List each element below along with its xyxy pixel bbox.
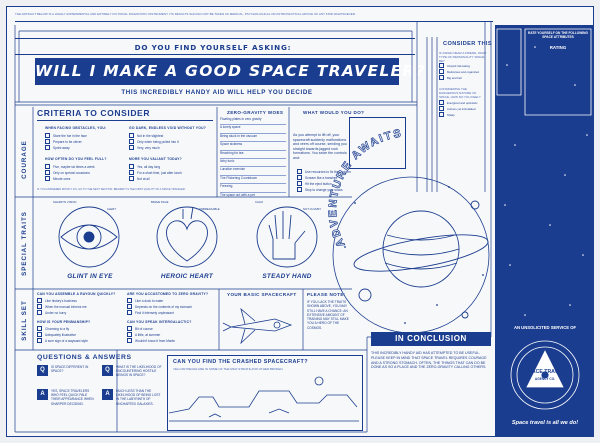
skill-q3-opt3[interactable]: A sure sign of a wayward style: [37, 338, 88, 343]
skill-q4: CAN YOU SPEAK INTERGALACTIC?: [127, 320, 192, 324]
poster: THE ARTIFACT BELOW IS A HIGHLY EXPERIMEN…: [6, 6, 594, 437]
adventure-arc-text: ADVENTURE AWAITS: [327, 127, 404, 248]
courage-q3-opt2[interactable]: Only on special occasions: [45, 170, 90, 175]
blue-side-panel: RATE YOURSELF ON THE FOLLOWING SPACE ATT…: [495, 25, 593, 436]
starfield: [496, 28, 592, 410]
rating-label: RATING: [549, 45, 567, 50]
skill-q1-opt1[interactable]: Like history's business: [37, 298, 77, 303]
courage-label: COURAGE: [20, 139, 28, 179]
qa-letter-a2: A: [102, 389, 113, 400]
service-label: AN UNSOLICITED SERVICE OF: [513, 325, 577, 330]
courage-q2-opt1[interactable]: Not in the slightest: [129, 133, 163, 138]
consider-second-item-1[interactable]: Energized and optimistic: [439, 100, 477, 105]
zero-gravity-item: A lonely space: [220, 125, 286, 134]
zero-gravity-item: Space sickness: [220, 142, 286, 151]
skill-q4-opt1[interactable]: Bit of course: [127, 326, 153, 331]
zero-gravity-title: ZERO-GRAVITY WOES: [227, 110, 284, 115]
zero-gravity-item: Itchy tunic: [220, 159, 286, 168]
courage-q3: HOW OFTEN DO YOU FEEL FULL?: [45, 157, 107, 161]
skill-q4-opt2[interactable]: A little, at summer: [127, 332, 160, 337]
courage-q3-opt1[interactable]: Five, maybe six times a week: [45, 164, 95, 169]
hand-caption: STEADY HAND: [262, 273, 312, 280]
qa-text-a1: YES, SPACE TRAVELERS WHO FEEL QUICK PALE…: [51, 389, 94, 406]
zero-gravity-item: Floating plates in zero gravity: [220, 117, 286, 126]
courage-q4-opt3[interactable]: Not at all: [129, 176, 150, 181]
courage-q2-opt2[interactable]: Only when being pulled into it: [129, 139, 179, 144]
courage-q2-opt3[interactable]: Very, very much: [129, 145, 160, 150]
consider-intro: IF ASKED NEAR A FRIEND, WHAT TYPE OF PER…: [439, 51, 487, 63]
eye-label-2: ALERT: [107, 207, 116, 211]
courage-footer: IF YOU ANSWERED MOSTLY A'S, GO TO THE NE…: [37, 188, 186, 191]
planet: [382, 210, 460, 288]
consider-second-intro: CONSIDERING THE DANGEROUS NATURE OF SPAC…: [439, 87, 481, 99]
heart-label-2: UNBREAKABLE: [199, 207, 220, 211]
skill-q3-opt1[interactable]: Charming to a fly: [37, 326, 69, 331]
qa-letter-a1: A: [37, 389, 48, 400]
consider-item-1[interactable]: Intrepid risk-taking: [439, 63, 470, 68]
badge-sub: AGENCY CO.: [534, 377, 556, 381]
courage-q4: MORE YOU VALIANT TODAY?: [129, 157, 182, 161]
heart-caption: HEROIC HEART: [160, 273, 214, 280]
consider-second-item-2[interactable]: Curious yet intimidated: [439, 106, 475, 111]
skill-q2-opt2[interactable]: Depends on the contents of my stomach: [127, 304, 192, 309]
qa-letter-q1: Q: [37, 365, 48, 376]
consider-title: CONSIDER THIS: [443, 41, 493, 47]
criteria-heading: CRITERIA TO CONSIDER: [37, 108, 151, 118]
qa-text-q2: WHAT IS THE LIKELIHOOD OF ENCOUNTERING H…: [116, 365, 162, 378]
skill-q4-opt3[interactable]: Wouldn't know it from Martin: [127, 338, 175, 343]
planet-illustration: ADVENTURE AWAITS: [327, 127, 490, 334]
skill-q1-opt3[interactable]: Under no hurry: [37, 310, 66, 315]
skill-q2: ARE YOU ACCUSTOMED TO ZERO GRAVITY?: [127, 292, 209, 296]
skill-set-label: SKILL SET: [20, 299, 28, 341]
consider-second-item-3[interactable]: Shaky: [439, 112, 455, 117]
planet-ring: [353, 234, 489, 272]
spacecraft-title: YOUR BASIC SPACECRAFT: [227, 292, 297, 297]
hand-label-1: CALM: [255, 200, 263, 204]
zero-gravity-item: Reaching for tea: [220, 151, 286, 159]
skill-q1-opt2[interactable]: When the manual informs me: [37, 304, 87, 309]
eye-caption: GLINT IN EYE: [67, 273, 113, 280]
courage-q1: WHEN FACING OBSTACLES, YOU:: [45, 126, 107, 130]
qa-text-q1: IS SPACE DIFFERENT IN SPACE?: [51, 365, 89, 374]
courage-q1-opt1[interactable]: Stare the foe in the face: [45, 133, 87, 138]
courage-q1-opt3[interactable]: Sprint away: [45, 145, 70, 150]
badge-name: SPACE TRAVEL: [525, 369, 565, 375]
zero-gravity-list: Floating plates in zero gravity A lonely…: [220, 117, 286, 200]
qa-letter-q2: Q: [102, 365, 113, 376]
qa-text-a2: MUCH LESS THAN THE LIKELIHOOD OF BEING L…: [116, 389, 161, 406]
courage-q4-opt2[interactable]: For a short time, just after lunch: [129, 170, 182, 175]
eye-label-1: SHARP IN VISION: [53, 200, 77, 204]
courage-q4-opt1[interactable]: Yes, all day long: [129, 164, 160, 169]
conclusion-title: IN CONCLUSION: [371, 332, 491, 346]
zero-gravity-item: Freezing: [220, 184, 286, 193]
badge-tagline: Space travel is all we do!: [511, 420, 579, 426]
crashed-subtitle: YELLOW PIECES ARE IN SOME OF THE MILD ST…: [173, 367, 284, 371]
hand-label-2: NOT CLUMSY: [303, 207, 322, 211]
consider-item-3[interactable]: Big and bell: [439, 75, 462, 80]
zero-gravity-item: The Flickering Countdown: [220, 176, 286, 185]
qa-title: QUESTIONS & ANSWERS: [37, 354, 132, 361]
skill-q2-opt1[interactable]: Like a duck to water: [127, 298, 163, 303]
skill-q3-opt2[interactable]: Adequately illustrative: [37, 332, 76, 337]
skill-q3: HOW IS YOUR PENMANSHIP?: [37, 320, 91, 324]
special-traits-label: SPECIAL TRAITS: [20, 210, 28, 276]
courage-q1-opt2[interactable]: Prepare to be clever: [45, 139, 82, 144]
heart-label-1: BRAVE PACE: [151, 200, 169, 204]
crashed-landscape[interactable]: [169, 373, 359, 427]
skill-q1: CAN YOU ASSEMBLE A RAYGUN QUICKLY?: [37, 292, 116, 296]
rating-title: RATE YOURSELF ON THE FOLLOWING SPACE ATT…: [528, 31, 588, 39]
conclusion-text: THIS INCREDIBLY HANDY AID HAS ATTEMPTED …: [371, 351, 487, 370]
crashed-title: CAN YOU FIND THE CRASHED SPACECRAFT?: [173, 359, 308, 365]
courage-q2: GO DARK, ENDLESS VOID WITHOUT YOU?: [129, 126, 207, 130]
courage-q3-opt3[interactable]: Minute ones: [45, 176, 70, 181]
spacecraft-diagram: [222, 307, 293, 345]
skill-q2-opt3[interactable]: Find it intensely unpleasant: [127, 310, 174, 315]
zero-gravity-item: Being stuck in the vacuum: [220, 134, 286, 143]
adventure-arc-label: ADVENTURE AWAITS: [327, 127, 402, 249]
consider-item-2[interactable]: Meticulous and organized: [439, 69, 479, 74]
zero-gravity-item: Lunation exercise: [220, 167, 286, 176]
criteria-rule: [37, 120, 213, 121]
